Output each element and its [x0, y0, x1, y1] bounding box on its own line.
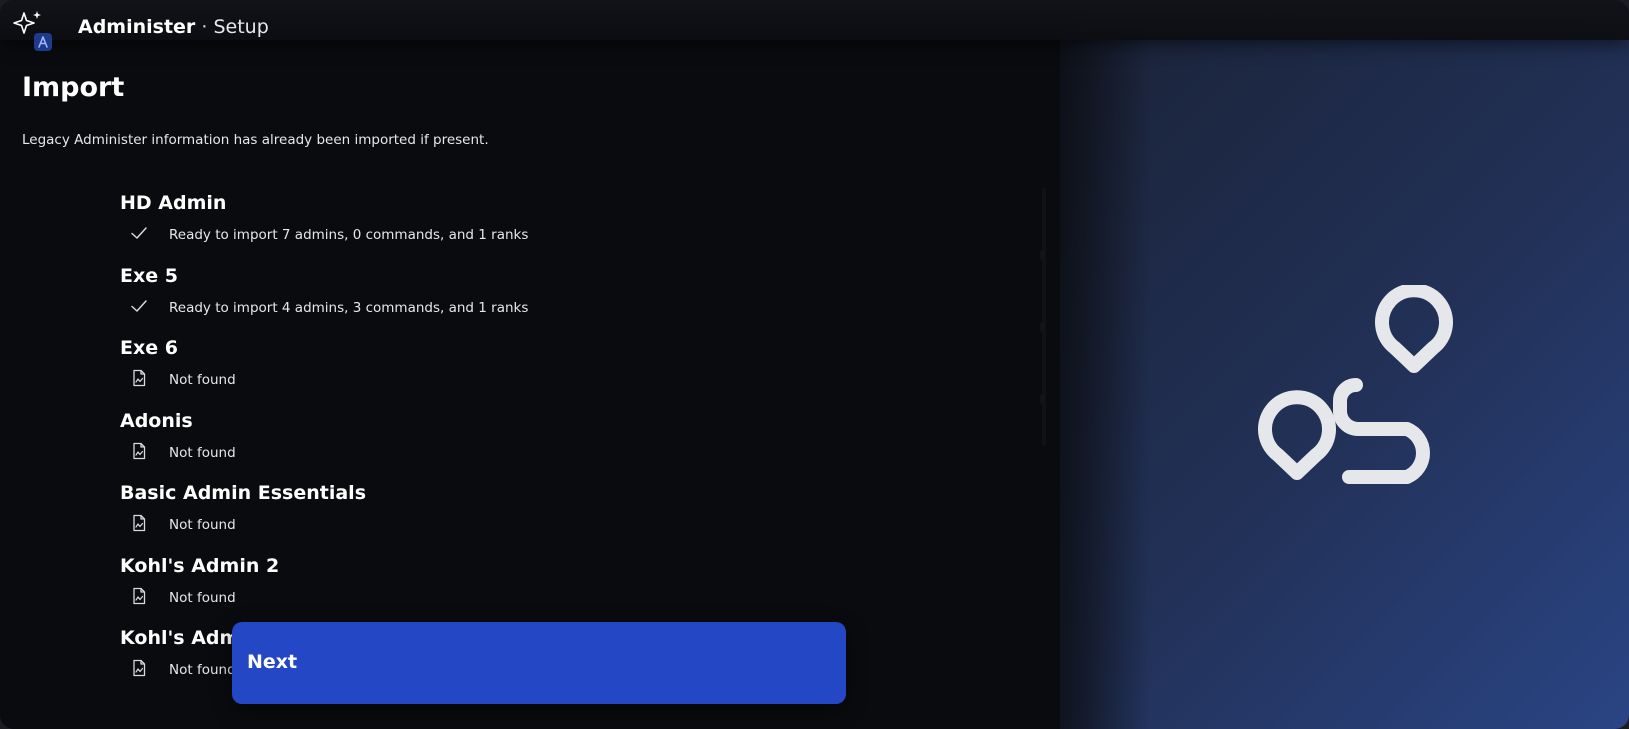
section-name: Setup — [213, 16, 269, 38]
source-name: Exe 6 — [120, 337, 178, 359]
file-missing-icon — [133, 442, 146, 459]
file-missing-icon — [133, 369, 146, 387]
source-name: Adonis — [120, 409, 193, 432]
source-status: Ready to import 7 admins, 0 commands, an… — [169, 227, 529, 243]
administer-logo-icon — [1258, 285, 1453, 484]
source-name: Kohl's Admi — [120, 627, 246, 649]
source-status: Not found — [169, 517, 236, 533]
next-button[interactable]: Next — [232, 622, 846, 704]
panel-shadow — [1030, 0, 1150, 729]
source-status: Not found — [169, 372, 236, 388]
sparkle-app-icon — [13, 11, 52, 51]
app-name: Administer — [78, 16, 196, 38]
source-status: Not found — [169, 444, 236, 461]
title-separator: · — [201, 16, 208, 38]
checkmark-icon — [131, 227, 147, 239]
checkmark-icon — [131, 299, 147, 312]
list-item: Exe 6 Not found — [120, 335, 1000, 408]
app-window: Import Legacy Administer information has… — [0, 0, 1629, 729]
source-name: Exe 5 — [120, 264, 178, 287]
file-missing-icon — [133, 659, 146, 677]
list-item: Exe 5 Ready to import 4 admins, 3 comman… — [120, 263, 1000, 336]
source-status: Not found — [169, 662, 236, 678]
title-bar: Administer · Setup — [0, 0, 1629, 51]
source-name: Basic Admin Essentials — [120, 482, 367, 504]
next-button-label: Next — [247, 651, 298, 673]
source-status: Ready to import 4 admins, 3 commands, an… — [169, 299, 529, 316]
window-title: Administer · Setup — [78, 16, 269, 38]
source-status: Not found — [169, 589, 236, 606]
list-item: Basic Admin Essentials Not found — [120, 480, 1000, 553]
page-description: Legacy Administer information has alread… — [22, 132, 489, 148]
source-name: Kohl's Admin 2 — [120, 554, 280, 577]
list-item: Adonis Not found — [120, 408, 1000, 481]
list-item: HD Admin Ready to import 7 admins, 0 com… — [120, 190, 1000, 263]
list-item: Kohl's Admin 2 Not found — [120, 553, 1000, 626]
page-title: Import — [22, 72, 125, 103]
file-missing-icon — [133, 514, 146, 532]
source-name: HD Admin — [120, 192, 227, 214]
main-panel: Import Legacy Administer information has… — [0, 0, 1060, 729]
file-missing-icon — [133, 587, 146, 604]
